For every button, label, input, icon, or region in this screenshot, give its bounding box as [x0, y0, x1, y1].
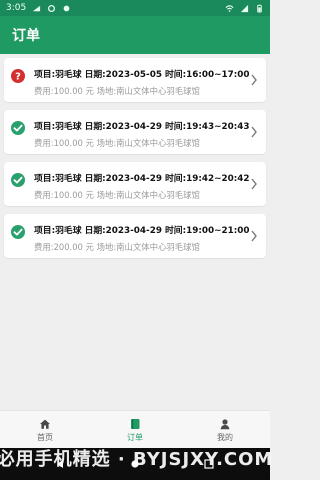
order-list: ? 项目:羽毛球 日期:2023-05-05 时间:16:00~17:00 费用…: [0, 58, 270, 266]
svg-text:?: ?: [15, 72, 21, 83]
chevron-right-icon: [251, 230, 257, 242]
order-summary: 项目:羽毛球 日期:2023-04-29 时间:19:42~20:42: [34, 174, 250, 184]
nav-label-home: 首页: [37, 432, 53, 442]
watermark: 必用手机精选 · BYJSJXY.COM: [0, 449, 274, 470]
status-check-icon: [11, 225, 25, 239]
order-detail: 费用:100.00 元 场地:南山文体中心羽毛球馆: [34, 138, 200, 148]
page-title: 订单: [12, 28, 40, 44]
sync-icon: [48, 4, 56, 12]
chevron-right-icon: [251, 126, 257, 138]
chevron-right-icon: [251, 178, 257, 190]
chevron-right-icon: [251, 74, 257, 86]
order-detail: 费用:100.00 元 场地:南山文体中心羽毛球馆: [34, 190, 200, 200]
order-icon: [131, 418, 140, 429]
bottom-nav: 首页 订单 我的: [0, 410, 270, 449]
order-card[interactable]: 项目:羽毛球 日期:2023-04-29 时间:19:42~20:42 费用:1…: [4, 162, 266, 206]
nav-label-orders: 订单: [127, 432, 143, 442]
wifi-icon: [225, 4, 234, 12]
nav-item-orders[interactable]: 订单: [90, 411, 180, 449]
cell-signal-icon: [240, 4, 249, 12]
order-card[interactable]: 项目:羽毛球 日期:2023-04-29 时间:19:00~21:00 费用:2…: [4, 214, 266, 258]
status-left: 3:05: [6, 3, 71, 13]
app-icon: [63, 5, 70, 11]
nav-item-profile[interactable]: 我的: [180, 411, 270, 449]
profile-icon: [220, 418, 230, 429]
order-summary: 项目:羽毛球 日期:2023-04-29 时间:19:43~20:43: [34, 122, 250, 132]
order-card[interactable]: ? 项目:羽毛球 日期:2023-05-05 时间:16:00~17:00 费用…: [4, 58, 266, 102]
status-bar: 3:05: [0, 0, 270, 16]
app-bar: 订单: [0, 16, 270, 54]
order-detail: 费用:200.00 元 场地:南山文体中心羽毛球馆: [34, 242, 200, 252]
nav-label-profile: 我的: [217, 432, 233, 442]
home-icon: [40, 419, 50, 429]
status-time: 3:05: [6, 3, 27, 13]
nav-item-home[interactable]: 首页: [0, 411, 90, 449]
status-right: [225, 4, 264, 13]
status-question-icon: ?: [11, 69, 25, 83]
signal-small-icon: [33, 5, 41, 11]
order-card[interactable]: 项目:羽毛球 日期:2023-04-29 时间:19:43~20:43 费用:1…: [4, 110, 266, 154]
status-check-icon: [11, 121, 25, 135]
order-summary: 项目:羽毛球 日期:2023-04-29 时间:19:00~21:00: [34, 226, 250, 236]
battery-icon: [257, 4, 262, 13]
order-summary: 项目:羽毛球 日期:2023-05-05 时间:16:00~17:00: [34, 70, 250, 80]
order-detail: 费用:100.00 元 场地:南山文体中心羽毛球馆: [34, 86, 200, 96]
status-check-icon: [11, 173, 25, 187]
